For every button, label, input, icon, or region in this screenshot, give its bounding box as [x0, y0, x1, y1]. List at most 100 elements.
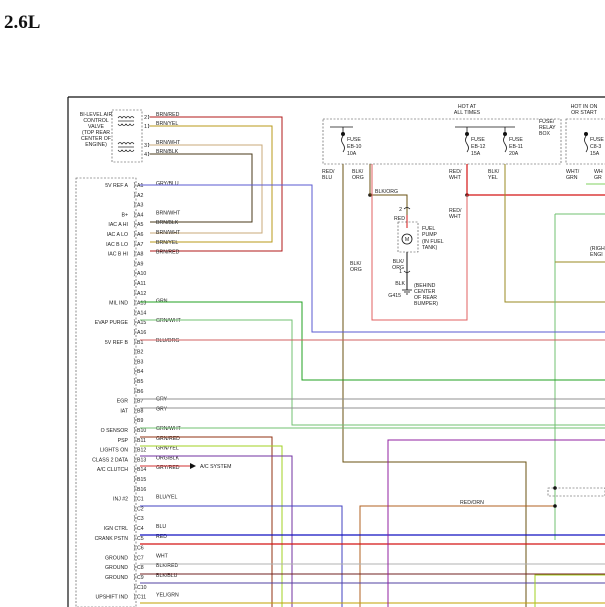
- ecm-pin-connector: [133, 417, 136, 424]
- svg-text:WHT: WHT: [449, 214, 462, 220]
- ecm-pin-label: LIGHTS ON: [100, 448, 128, 454]
- ecm-wire-label: BRN/WHT: [156, 210, 181, 216]
- ecm-pin-connector: [133, 515, 136, 522]
- valve-pin-number: 1: [144, 124, 147, 130]
- wire-green-lower: [534, 574, 605, 607]
- fuse-wire-label: ORG: [352, 175, 364, 181]
- ecm-pin-number: C10: [137, 585, 147, 591]
- svg-text:BUMPER): BUMPER): [414, 301, 438, 307]
- ecm-pin-number: B16: [137, 487, 146, 493]
- ecm-pin-label: PSP: [118, 438, 129, 444]
- valve-pin-connector: [147, 123, 150, 129]
- ecm-pin-label: 5V REF B: [105, 340, 129, 346]
- ecm-pin-number: B4: [137, 369, 143, 375]
- ecm-pin-label: INJ #2: [113, 497, 128, 503]
- ecm-pin-connector: [133, 534, 136, 541]
- fuse-label: FUSE: [590, 137, 604, 143]
- ecm-pin-number: C7: [137, 555, 144, 561]
- pump-wire-blk: BLK: [395, 281, 405, 287]
- svg-text:ENGINE): ENGINE): [85, 142, 107, 148]
- ecm-pin-connector: [133, 554, 136, 561]
- right-connector-box: [547, 487, 605, 497]
- ecm-pin-connector: [133, 397, 136, 404]
- ecm-pin-label: MIL IND: [109, 301, 128, 307]
- wire-grn-right: [554, 213, 605, 540]
- valve-pin-number: 3: [144, 143, 147, 149]
- fuse-label: 15A: [471, 151, 481, 157]
- ecm-wire-label: BLU: [156, 524, 166, 530]
- valve-pin-connector: [147, 142, 150, 148]
- ecm-pin-connector: [133, 289, 136, 296]
- wire-grn-wht-a15: [140, 319, 605, 426]
- fuse-label: FUSE: [347, 137, 361, 143]
- ecm-pin-number: C9: [137, 575, 144, 581]
- ecm-pin-label: O SENSOR: [101, 428, 129, 434]
- ecm-pin-label: IAC A HI: [108, 222, 128, 228]
- ecm-wire-label: GRN/WHT: [156, 426, 182, 432]
- svg-text:ALL TIMES: ALL TIMES: [454, 110, 481, 116]
- ecm-wire-label: GRY: [156, 406, 168, 412]
- ground-id: G415: [388, 293, 401, 299]
- valve-pin-number: 4: [144, 152, 147, 158]
- ecm-wire-label: GRY: [156, 397, 168, 403]
- ecm-pin-connector: [133, 270, 136, 277]
- fuse-label: EB-12: [471, 144, 486, 150]
- ecm-wire-label: BRN/RED: [156, 250, 180, 256]
- valve-coil-upper: [117, 116, 135, 126]
- ecm-pin-number: C8: [137, 565, 144, 571]
- ecm-pin-connector: [133, 475, 136, 483]
- ecm-pin-label: GROUND: [105, 575, 128, 581]
- ecm-pin-connector: [133, 377, 136, 385]
- ecm-pin-connector: [133, 485, 136, 492]
- ecm-pin-number: C4: [137, 526, 144, 532]
- svg-text:ORG: ORG: [392, 265, 404, 271]
- ecm-pin-connector: [133, 260, 136, 267]
- ecm-pin-label: GROUND: [105, 555, 128, 561]
- ecm-pin-number: A5: [137, 222, 143, 228]
- fuse-label: C8-3: [590, 144, 601, 150]
- wiring-diagram: BI-LEVEL AIR CONTROL VALVE (TOP REAR CEN…: [67, 96, 605, 607]
- ecm-pin-label: B+: [122, 212, 129, 218]
- ecm-pin-number: B9: [137, 418, 143, 424]
- ecm-pin-connector: [133, 358, 136, 365]
- fuse-icon: [584, 135, 588, 153]
- wire-org-blk-b13: [140, 455, 293, 607]
- ecm-pin-number: A3: [137, 203, 143, 209]
- ecm-pin-number: B15: [137, 477, 146, 483]
- fuse-label: FUSE: [509, 137, 523, 143]
- ecm-pin-number: B2: [137, 350, 143, 356]
- ecm-pin-connector: [133, 328, 136, 336]
- ecm-pin-number: A6: [137, 232, 143, 238]
- pump-pin-top: 2: [399, 207, 402, 213]
- ecm-pin-connector: [133, 250, 136, 257]
- fuse-terminal: [584, 131, 589, 136]
- ac-system-label: A/C SYSTEM: [200, 464, 231, 470]
- ecm-pin-label: IAC B LO: [106, 242, 128, 248]
- fuse-wire-label: YEL: [488, 175, 498, 181]
- ecm-pin-number: A14: [137, 310, 146, 316]
- ecm-pin-label: 5V REF A: [105, 183, 128, 189]
- ecm-pin-number: A1: [137, 183, 143, 189]
- ecm-wire-label: BRN/YEL: [156, 240, 178, 246]
- bilevel-valve-label: BI-LEVEL AIR CONTROL VALVE (TOP REAR CEN…: [80, 112, 113, 148]
- ecm-pin-connector: [133, 319, 136, 326]
- ecm-pin-number: A12: [137, 291, 146, 297]
- ecm-pin-number: B1: [137, 340, 143, 346]
- ecm-pin-connector: [133, 505, 136, 512]
- ecm-pin-number: A11: [137, 281, 146, 287]
- splice-right-2: [553, 504, 557, 508]
- ecm-pin-label: A/C CLUTCH: [97, 467, 128, 473]
- ecm-pin-connector: [133, 348, 136, 355]
- valve-pin-number: 2: [144, 115, 147, 121]
- ecm-pin-connector: [133, 368, 136, 375]
- ecm-pin-connector: [133, 211, 136, 218]
- valve-pins: 2 BRN/RED1 BRN/YEL3 BRN/WHT4 BRN/BLK: [144, 112, 181, 158]
- ecm-pin-connector: [133, 426, 136, 434]
- ecm-pin-connector: [133, 524, 136, 532]
- ecm-pin-number: B8: [137, 408, 143, 414]
- wire-grn-red-b11: [140, 436, 273, 607]
- ecm-pin-connector: [133, 338, 136, 345]
- ecm-pin-connector: [133, 436, 136, 443]
- ac-arrow-icon: [190, 463, 196, 469]
- ecm-pin-connector: [133, 407, 136, 414]
